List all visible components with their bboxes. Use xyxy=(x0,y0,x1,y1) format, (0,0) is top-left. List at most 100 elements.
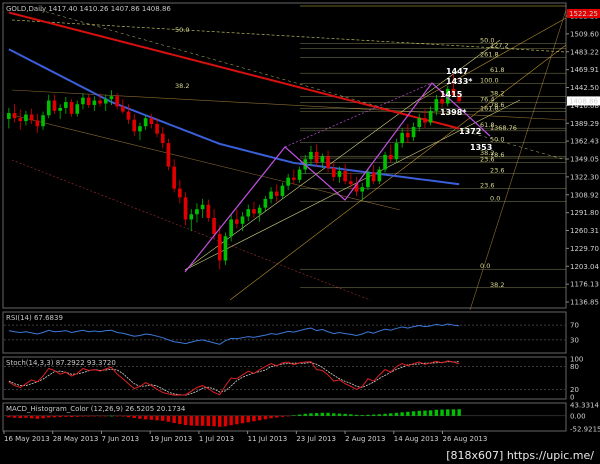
candle-body xyxy=(81,97,85,105)
pattern-annotation: 1447 xyxy=(446,67,468,76)
candle-body xyxy=(29,114,34,121)
candle-body xyxy=(229,219,233,237)
candle-body xyxy=(377,169,382,182)
candle-body xyxy=(149,118,154,125)
macd-bar xyxy=(121,415,125,417)
trading-chart: 50.0127.2261.861.8100.038.276.478.6161.8… xyxy=(0,0,600,464)
candle-body xyxy=(309,151,313,160)
y-tick-label: 1469.91 xyxy=(570,66,599,74)
macd-bar xyxy=(366,414,370,416)
macd-bar xyxy=(383,413,387,416)
candle-body xyxy=(314,151,319,163)
macd-bar xyxy=(434,409,439,416)
macd-bar xyxy=(12,415,17,418)
fib-label: 100.0 xyxy=(480,76,499,84)
last-price-label: 1408.86 xyxy=(569,97,598,105)
candle-body xyxy=(263,198,268,208)
macd-bar xyxy=(132,415,136,419)
stoch-title: Stoch(14,3,3) 87.2922 93.3720 xyxy=(6,359,116,367)
candle-body xyxy=(178,188,182,198)
fib-label: 61.8 xyxy=(480,121,494,129)
macd-bar xyxy=(400,412,404,416)
candle-body xyxy=(366,172,370,188)
y-tick-label: 1308.92 xyxy=(570,191,599,199)
x-tick-label: 11 Jul 2013 xyxy=(248,435,288,443)
rsi-tick-label: 30 xyxy=(570,336,579,344)
candle-body xyxy=(58,107,62,111)
pattern-annotation: 1433* xyxy=(446,77,473,86)
macd-bar xyxy=(332,413,336,416)
candle-body xyxy=(286,177,290,186)
candle-body xyxy=(200,204,205,210)
candle-body xyxy=(195,209,199,215)
macd-bar xyxy=(47,415,51,418)
candle-body xyxy=(92,100,97,105)
macd-bar xyxy=(417,410,421,416)
y-tick-label: 1291.80 xyxy=(570,209,599,217)
macd-bar xyxy=(309,413,313,416)
x-tick-label: 23 Jul 2013 xyxy=(296,435,336,443)
chart-background xyxy=(0,0,600,464)
y-tick-label: 1362.43 xyxy=(570,138,599,146)
candle-body xyxy=(257,207,262,214)
candle-body xyxy=(18,118,23,122)
macd-bar xyxy=(263,415,268,420)
macd-bar xyxy=(69,415,74,418)
macd-title: MACD_Histogram_Color (12,26,9) 26.5205 2… xyxy=(6,405,186,413)
macd-bar xyxy=(320,412,325,416)
candle-body xyxy=(109,96,114,100)
candle-body xyxy=(41,115,45,127)
x-tick-label: 16 May 2013 xyxy=(4,435,50,443)
candle-body xyxy=(212,217,216,235)
macd-tick-label: -52.9215 xyxy=(570,426,600,434)
candle-body xyxy=(297,169,302,180)
candle-body xyxy=(269,191,273,199)
macd-bar xyxy=(41,415,45,419)
macd-bar xyxy=(166,415,171,422)
candle-body xyxy=(98,100,102,104)
y-tick-label: 1483.22 xyxy=(570,48,599,56)
macd-bar xyxy=(246,415,250,423)
macd-bar xyxy=(126,415,131,418)
macd-bar xyxy=(218,415,222,427)
macd-bar xyxy=(212,415,216,427)
candle-body xyxy=(240,216,245,224)
candle-body xyxy=(52,100,57,111)
macd-bar xyxy=(337,413,342,416)
macd-bar xyxy=(394,412,399,416)
watermark: [818x607] https://upic.me/ xyxy=(446,449,594,462)
candle-body xyxy=(423,118,427,123)
candle-body xyxy=(252,209,256,214)
candle-body xyxy=(326,156,330,169)
x-tick-label: 2 Aug 2013 xyxy=(345,435,385,443)
macd-bar xyxy=(104,415,108,417)
x-tick-label: 7 Jun 2013 xyxy=(101,435,139,443)
candle-body xyxy=(235,219,239,224)
pattern-annotation: 38.2 xyxy=(175,82,189,90)
y-tick-label: 1136.85 xyxy=(570,299,599,307)
candle-body xyxy=(406,132,410,138)
macd-bar xyxy=(183,415,188,426)
macd-bar xyxy=(229,415,233,426)
price-tag-label: 1522.25 xyxy=(569,10,598,18)
macd-bar xyxy=(349,414,353,416)
macd-bar xyxy=(58,415,62,418)
candle-body xyxy=(349,181,353,185)
candle-body xyxy=(126,111,131,120)
macd-tick-label: 0.00 xyxy=(570,412,586,420)
y-tick-label: 1349.05 xyxy=(570,156,599,164)
x-tick-label: 14 Aug 2013 xyxy=(394,435,439,443)
candle-body xyxy=(434,99,439,111)
macd-bar xyxy=(303,413,307,416)
macd-bar xyxy=(428,410,433,416)
fib-label: 0.0 xyxy=(490,194,500,202)
macd-bar xyxy=(354,414,359,416)
candle-body xyxy=(440,99,444,104)
macd-bar xyxy=(314,413,319,416)
pattern-annotation: 1353 xyxy=(470,143,492,152)
macd-bar xyxy=(195,415,199,426)
x-tick-label: 19 Jun 2013 xyxy=(150,435,192,443)
macd-bar xyxy=(18,415,22,419)
candle-body xyxy=(115,96,119,107)
candle-body xyxy=(12,113,17,119)
